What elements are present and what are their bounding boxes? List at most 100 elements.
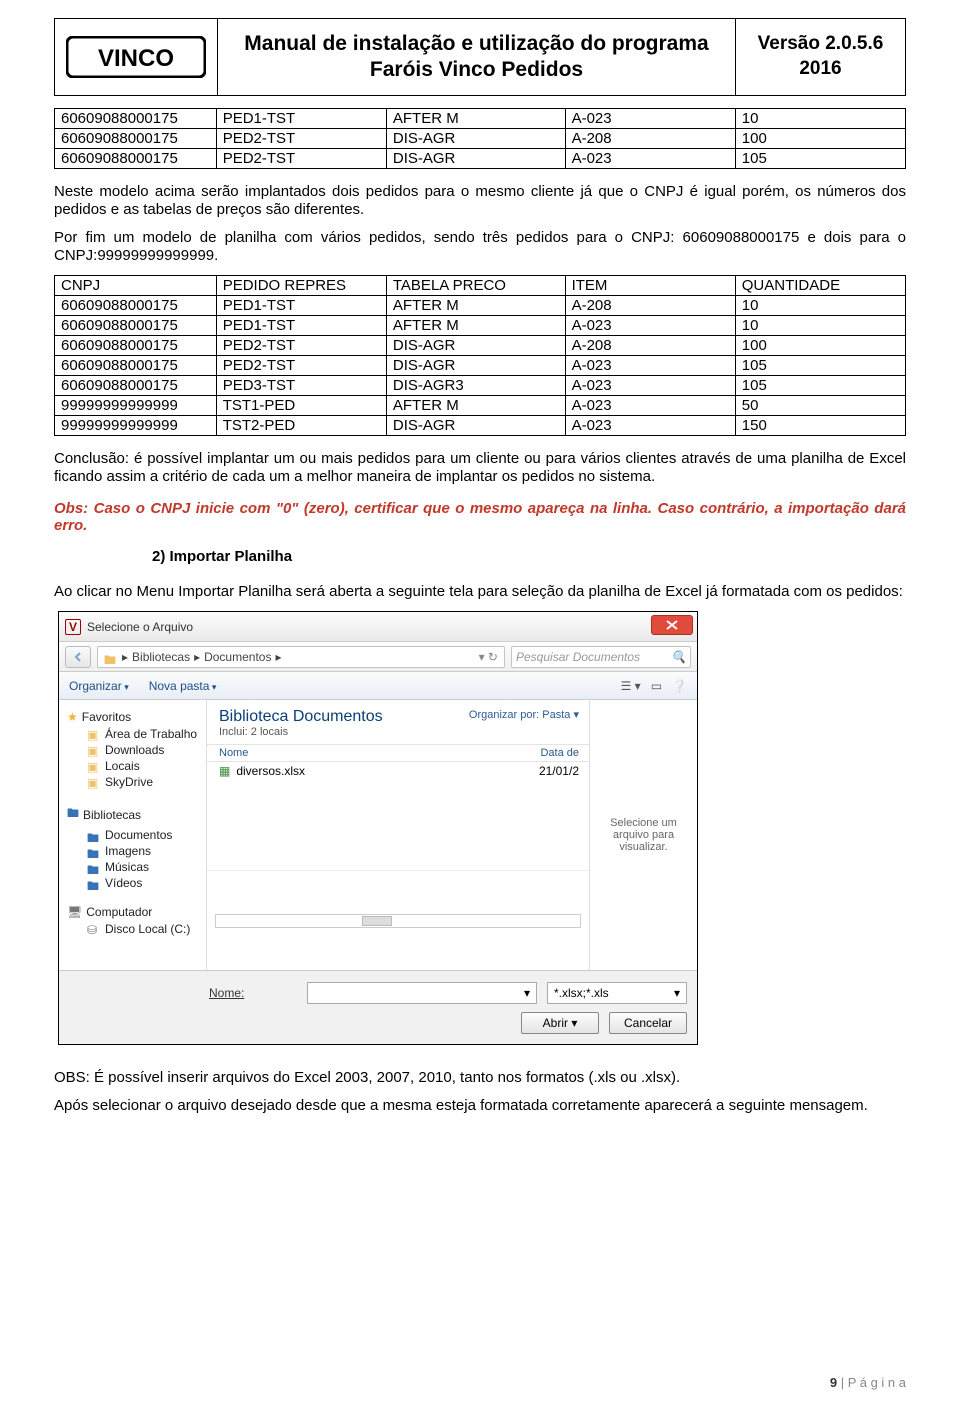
library-subtitle: Inclui: 2 locais — [219, 726, 383, 738]
cancel-button[interactable]: Cancelar — [609, 1012, 687, 1034]
excel-icon: ▦ — [219, 764, 230, 778]
chevron-left-icon — [73, 652, 83, 662]
page-label: | P á g i n a — [837, 1375, 906, 1390]
paragraph-5: OBS: É possível inserir arquivos do Exce… — [54, 1069, 906, 1087]
folder-icon: ▣ — [87, 728, 101, 740]
warning-note: Obs: Caso o CNPJ inicie com "0" (zero), … — [54, 500, 906, 534]
folder-icon: 🖿 — [104, 651, 118, 663]
table-row: 60609088000175PED2-TSTDIS-AGRA-023105 — [55, 149, 906, 169]
nav-back-button[interactable] — [65, 646, 91, 668]
nav-item[interactable]: 🖿 Documentos — [87, 827, 200, 843]
horizontal-scrollbar-thumb[interactable] — [362, 916, 392, 926]
nav-item-label: SkyDrive — [105, 775, 153, 789]
dialog-pathbar: 🖿 ▸ Bibliotecas ▸ Documentos ▸ ▾ ↻ Pesqu… — [59, 642, 697, 672]
close-button[interactable] — [651, 615, 693, 635]
folder-icon: ▣ — [87, 744, 101, 756]
paragraph-3: Conclusão: é possível implantar um ou ma… — [54, 450, 906, 486]
column-date[interactable]: Data de — [540, 747, 579, 759]
view-icon[interactable]: ☰ ▾ — [621, 679, 641, 693]
table-row: 99999999999999TST2-PEDDIS-AGRA-023150 — [55, 416, 906, 436]
breadcrumb[interactable]: 🖿 ▸ Bibliotecas ▸ Documentos ▸ ▾ ↻ — [97, 646, 505, 668]
table-row: 60609088000175PED1-TSTAFTER MA-20810 — [55, 296, 906, 316]
filter-combo[interactable]: *.xlsx;*.xls▾ — [547, 982, 687, 1004]
nav-item[interactable]: ▣Área de Trabalho — [87, 726, 200, 742]
table-row: 60609088000175PED1-TSTAFTER MA-02310 — [55, 109, 906, 129]
dialog-toolbar: Organizar Nova pasta ☰ ▾ ▭ ❔ — [59, 672, 697, 700]
folder-icon: ▣ — [87, 760, 101, 772]
table-1: 60609088000175PED1-TSTAFTER MA-023106060… — [54, 108, 906, 169]
file-row[interactable]: ▦ diversos.xlsx 21/01/2 — [207, 762, 589, 780]
nav-item[interactable]: 🖿 Músicas — [87, 859, 200, 875]
nav-item-label: Locais — [105, 759, 140, 773]
section-heading-2: 2) Importar Planilha — [152, 548, 906, 565]
logo-text: VINCO — [98, 45, 174, 72]
nav-item-label: Músicas — [105, 860, 149, 874]
dialog-nav-tree[interactable]: ★Favoritos ▣Área de Trabalho▣Downloads▣L… — [59, 700, 207, 970]
page-number: 9 — [830, 1375, 837, 1390]
file-date: 21/01/2 — [539, 764, 579, 778]
dialog-titlebar[interactable]: V Selecione o Arquivo — [59, 612, 697, 642]
search-placeholder: Pesquisar Documentos — [516, 650, 640, 664]
folder-icon: 🖿 — [87, 829, 101, 841]
nav-favorites: Favoritos — [82, 710, 131, 724]
version-cell: Versão 2.0.5.6 2016 — [735, 18, 905, 96]
filename-combo[interactable]: ▾ — [307, 982, 537, 1004]
table-row: 60609088000175PED2-TSTDIS-AGRA-023105 — [55, 356, 906, 376]
new-folder-button[interactable]: Nova pasta — [149, 679, 217, 693]
folder-icon: 🖿 — [87, 861, 101, 873]
help-icon[interactable]: ❔ — [672, 679, 687, 693]
nav-item-label: Vídeos — [105, 876, 142, 890]
nav-item-label: Imagens — [105, 844, 151, 858]
logo-cell: VINCO — [54, 18, 218, 96]
table-2: CNPJPEDIDO REPRESTABELA PRECOITEMQUANTID… — [54, 275, 906, 436]
page-footer: 9 | P á g i n a — [830, 1375, 906, 1390]
file-dialog: V Selecione o Arquivo 🖿 ▸ Bibliotecas ▸ … — [58, 611, 698, 1045]
dialog-main-pane: Biblioteca Documentos Inclui: 2 locais O… — [207, 700, 589, 970]
nav-item-label: Disco Local (C:) — [105, 922, 190, 936]
file-name: diversos.xlsx — [236, 764, 305, 778]
nav-item-label: Downloads — [105, 743, 164, 757]
filename-label: Nome: — [209, 986, 244, 1000]
paragraph-2: Por fim um modelo de planilha com vários… — [54, 229, 906, 265]
organize-by-label: Organizar por: — [469, 709, 539, 721]
open-button[interactable]: Abrir ▾ — [521, 1012, 599, 1034]
nav-item-label: Documentos — [105, 828, 172, 842]
breadcrumb-root: Bibliotecas — [132, 650, 190, 664]
dialog-footer: Nome: ▾ *.xlsx;*.xls▾ Abrir ▾ Cancelar — [59, 970, 697, 1044]
dialog-title-text: Selecione o Arquivo — [87, 620, 193, 634]
folder-icon: 🖿 — [87, 877, 101, 889]
version-year: 2016 — [736, 57, 905, 82]
preview-pane: Selecione um arquivo para visualizar. — [589, 700, 697, 970]
close-icon — [666, 620, 678, 630]
nav-item[interactable]: 🖿 Vídeos — [87, 875, 200, 891]
nav-item[interactable]: ▣ Locais — [87, 758, 200, 774]
preview-pane-icon[interactable]: ▭ — [651, 679, 662, 693]
table-header-row: CNPJPEDIDO REPRESTABELA PRECOITEMQUANTID… — [55, 276, 906, 296]
search-icon: 🔍 — [671, 650, 686, 664]
paragraph-4: Ao clicar no Menu Importar Planilha será… — [54, 583, 906, 601]
organize-menu[interactable]: Organizar — [69, 679, 129, 693]
version-number: Versão 2.0.5.6 — [736, 32, 905, 57]
library-icon: 🖿 — [67, 804, 79, 825]
organize-by-value[interactable]: Pasta — [542, 709, 570, 721]
column-name[interactable]: Nome — [219, 747, 248, 759]
table-row: 99999999999999TST1-PEDAFTER MA-02350 — [55, 396, 906, 416]
nav-item[interactable]: ⛁ Disco Local (C:) — [87, 921, 200, 937]
nav-item[interactable]: 🖿Imagens — [87, 843, 200, 859]
breadcrumb-leaf: Documentos — [204, 650, 271, 664]
table-row: 60609088000175PED2-TSTDIS-AGRA-208100 — [55, 129, 906, 149]
open-button-label: Abrir — [543, 1016, 568, 1030]
paragraph-6: Após selecionar o arquivo desejado desde… — [54, 1097, 906, 1115]
document-header: VINCO Manual de instalação e utilização … — [54, 18, 906, 96]
filter-text: *.xlsx;*.xls — [554, 986, 609, 1000]
table-row: 60609088000175PED1-TSTAFTER MA-02310 — [55, 316, 906, 336]
nav-computer: Computador — [86, 905, 152, 919]
table-row: 60609088000175PED3-TSTDIS-AGR3A-023105 — [55, 376, 906, 396]
paragraph-1: Neste modelo acima serão implantados doi… — [54, 183, 906, 219]
search-input[interactable]: Pesquisar Documentos 🔍 — [511, 646, 691, 668]
nav-item[interactable]: ▣SkyDrive — [87, 774, 200, 790]
computer-icon: 🖥 — [67, 905, 82, 919]
library-title: Biblioteca Documentos — [219, 708, 383, 726]
folder-icon: ⛁ — [87, 923, 101, 935]
nav-item[interactable]: ▣ Downloads — [87, 742, 200, 758]
